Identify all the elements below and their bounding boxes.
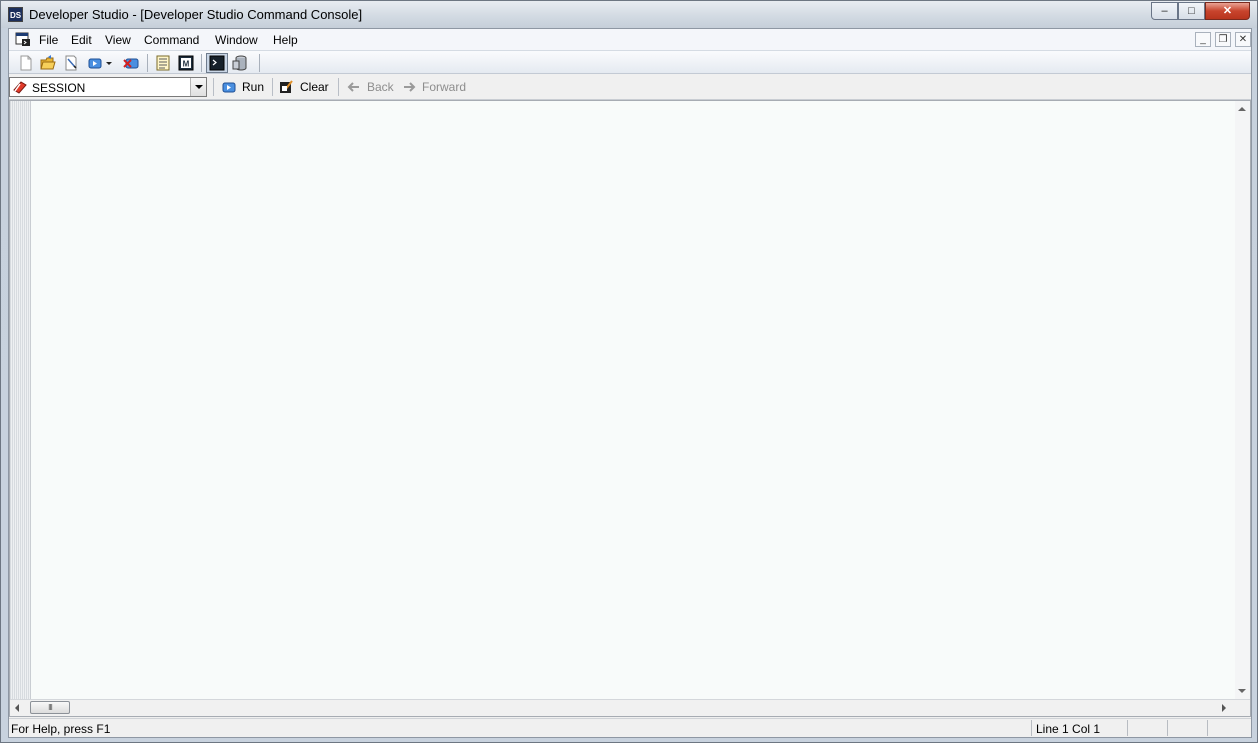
maximize-button[interactable]: □	[1178, 2, 1205, 20]
vertical-scrollbar[interactable]	[1235, 101, 1250, 699]
status-help-text: For Help, press F1	[11, 722, 111, 736]
close-button[interactable]: ✕	[1205, 2, 1250, 20]
minimize-button[interactable]: ‒	[1151, 2, 1178, 20]
menu-bar: File Edit View Command Window Help _ ❐ ✕	[9, 29, 1251, 50]
run-button[interactable]: Run	[221, 78, 266, 96]
clear-label: Clear	[300, 80, 329, 94]
run-label: Run	[242, 80, 265, 94]
session-icon	[13, 81, 27, 94]
window-title: Developer Studio - [Developer Studio Com…	[29, 7, 363, 22]
document-window-icon[interactable]	[15, 32, 31, 47]
macro-icon[interactable]: M	[177, 54, 195, 72]
mdi-close-button[interactable]: ✕	[1235, 32, 1251, 47]
open-folder-icon[interactable]	[39, 54, 57, 72]
run-icon[interactable]	[86, 54, 104, 72]
menu-command[interactable]: Command	[144, 33, 199, 47]
toolbar-separator	[259, 54, 260, 72]
menu-edit[interactable]: Edit	[71, 33, 92, 47]
back-label: Back	[367, 80, 394, 94]
session-dropdown[interactable]: SESSION	[9, 77, 207, 97]
mdi-restore-button[interactable]: ❐	[1215, 32, 1231, 47]
run-icon	[222, 82, 236, 93]
arrow-left-icon	[347, 82, 359, 92]
svg-text:M: M	[183, 60, 190, 69]
horizontal-scroll-thumb[interactable]: III	[30, 701, 70, 714]
scroll-left-arrow-icon[interactable]	[15, 704, 19, 712]
session-value: SESSION	[32, 81, 86, 95]
status-pane	[1127, 720, 1167, 736]
scroll-down-arrow-icon[interactable]	[1238, 689, 1246, 693]
chevron-down-icon[interactable]	[104, 54, 114, 72]
clear-button[interactable]: Clear	[279, 78, 331, 96]
command-toolbar: SESSION Run Clear Back Forward	[9, 74, 1251, 100]
horizontal-scrollbar[interactable]: III	[10, 699, 1250, 716]
console-toggle-button[interactable]	[206, 53, 228, 73]
toolbar-separator	[213, 78, 214, 96]
chevron-down-icon[interactable]	[190, 78, 206, 96]
list-icon[interactable]	[154, 54, 172, 72]
menu-file[interactable]: File	[39, 33, 58, 47]
toolbar-separator	[147, 54, 148, 72]
forward-label: Forward	[422, 80, 467, 94]
new-file-icon[interactable]	[17, 54, 35, 72]
command-console-editor: III	[9, 100, 1251, 717]
app-window: DS Developer Studio - [Developer Studio …	[0, 0, 1258, 743]
menu-help[interactable]: Help	[273, 33, 298, 47]
status-cursor-position: Line 1 Col 1	[1036, 722, 1101, 736]
edit-icon[interactable]	[62, 54, 80, 72]
toolbar-separator	[201, 54, 202, 72]
status-bar: For Help, press F1 Line 1 Col 1	[9, 718, 1251, 737]
menu-window[interactable]: Window	[215, 33, 258, 47]
arrow-right-icon	[404, 82, 416, 92]
status-pane	[1167, 720, 1207, 736]
status-pane	[1207, 720, 1251, 736]
stop-icon[interactable]	[122, 54, 140, 72]
scroll-up-arrow-icon[interactable]	[1238, 107, 1246, 111]
menu-view[interactable]: View	[105, 33, 131, 47]
mdi-minimize-button[interactable]: _	[1195, 32, 1211, 47]
console-icon	[209, 55, 225, 71]
toolbar-separator	[338, 78, 339, 96]
console-text-area[interactable]	[31, 101, 1236, 699]
database-icon[interactable]	[231, 54, 249, 72]
back-button[interactable]: Back	[346, 78, 394, 96]
forward-button[interactable]: Forward	[401, 78, 467, 96]
clear-icon	[280, 80, 293, 93]
main-toolbar: M	[9, 50, 1251, 74]
toolbar-separator	[272, 78, 273, 96]
main-client-area: File Edit View Command Window Help _ ❐ ✕	[8, 28, 1252, 738]
app-icon[interactable]: DS	[8, 7, 23, 22]
title-bar[interactable]: DS Developer Studio - [Developer Studio …	[1, 1, 1257, 28]
scroll-right-arrow-icon[interactable]	[1222, 704, 1226, 712]
line-gutter	[10, 101, 31, 699]
